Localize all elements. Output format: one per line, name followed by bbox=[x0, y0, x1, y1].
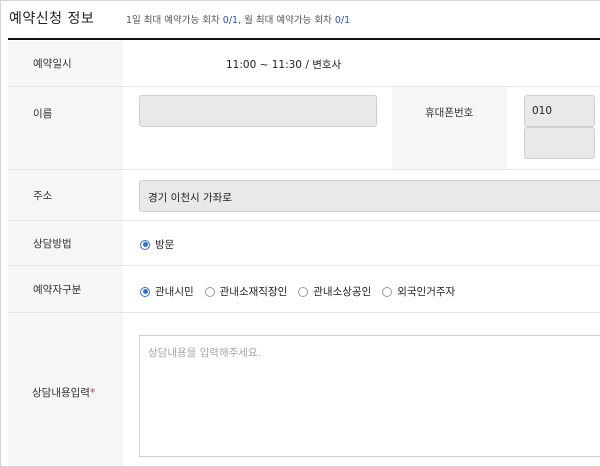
reserver-option-local-business[interactable]: 관내소상공인 bbox=[298, 284, 371, 299]
row-address: 주소 경기 이천시 가좌로 bbox=[8, 170, 600, 221]
reserver-type-label: 예약자구분 bbox=[8, 266, 123, 312]
reserver-type-options: 관내시민 관내소재직장인 관내소상공인 외국인거주자 bbox=[140, 284, 466, 299]
name-label: 이름 bbox=[8, 87, 123, 169]
reserver-option-label: 관내시민 bbox=[155, 286, 194, 298]
reserver-option-label: 관내소상공인 bbox=[313, 286, 372, 298]
monthly-limit-label: , 월 최대 예약가능 회차 bbox=[238, 15, 335, 26]
consult-method-options: 방문 bbox=[140, 237, 185, 252]
method-radio-visit[interactable] bbox=[140, 239, 150, 250]
page-title: 예약신청 정보 bbox=[9, 11, 95, 27]
row-consult-method: 상담방법 방문 bbox=[8, 221, 600, 266]
method-option-label: 방문 bbox=[155, 239, 175, 251]
row-name-phone: 이름 휴대폰번호 010 bbox=[8, 87, 600, 170]
phone-number-field[interactable] bbox=[524, 127, 595, 159]
consult-method-label: 상담방법 bbox=[8, 221, 123, 265]
phone-label: 휴대폰번호 bbox=[392, 87, 507, 169]
reserver-option-resident[interactable]: 관내시민 bbox=[140, 284, 194, 299]
reserver-radio-local-worker[interactable] bbox=[204, 286, 215, 297]
header-divider bbox=[8, 38, 600, 40]
reservation-datetime-value: 11:00 ~ 11:30 / 변호사 bbox=[226, 59, 342, 71]
reserver-option-local-worker[interactable]: 관내소재직장인 bbox=[204, 284, 288, 299]
reservation-form: 예약신청 정보 1일 최대 예약가능 회차 0/1, 월 최대 예약가능 회차 … bbox=[0, 0, 600, 467]
address-input[interactable]: 경기 이천시 가좌로 bbox=[139, 180, 600, 212]
reserver-radio-local-business[interactable] bbox=[298, 286, 309, 297]
required-mark: * bbox=[89, 387, 96, 399]
name-input[interactable] bbox=[139, 95, 377, 127]
reservation-datetime-label: 예약일시 bbox=[8, 41, 123, 86]
daily-limit-label: 1일 최대 예약가능 회차 bbox=[126, 15, 223, 26]
consult-content-label-text: 상담내용입력 bbox=[32, 387, 90, 399]
row-reserver-type: 예약자구분 관내시민 관내소재직장인 관내소상공인 외국인거주자 bbox=[8, 266, 600, 313]
reserver-radio-foreign-resident[interactable] bbox=[382, 286, 393, 297]
reserver-option-label: 외국인거주자 bbox=[397, 286, 456, 298]
reserver-radio-resident[interactable] bbox=[140, 286, 150, 297]
form-header: 예약신청 정보 1일 최대 예약가능 회차 0/1, 월 최대 예약가능 회차 … bbox=[1, 1, 600, 40]
reservation-limits: 1일 최대 예약가능 회차 0/1, 월 최대 예약가능 회차 0/1 bbox=[126, 12, 350, 26]
address-label: 주소 bbox=[8, 170, 123, 220]
consult-content-label: 상담내용입력* bbox=[8, 313, 123, 466]
phone-prefix-field[interactable]: 010 bbox=[524, 95, 595, 127]
daily-limit-count: 0/1 bbox=[222, 15, 239, 26]
row-consult-content: 상담내용입력* 상담내용을 입력해주세요. bbox=[8, 313, 600, 466]
reserver-option-foreign-resident[interactable]: 외국인거주자 bbox=[382, 284, 455, 299]
method-option-visit[interactable]: 방문 bbox=[140, 237, 174, 252]
monthly-limit-count: 0/1 bbox=[334, 15, 351, 26]
consult-content-textarea[interactable]: 상담내용을 입력해주세요. bbox=[139, 335, 600, 457]
row-reservation-datetime: 예약일시 11:00 ~ 11:30 / 변호사 bbox=[8, 41, 600, 87]
reserver-option-label: 관내소재직장인 bbox=[219, 286, 288, 298]
